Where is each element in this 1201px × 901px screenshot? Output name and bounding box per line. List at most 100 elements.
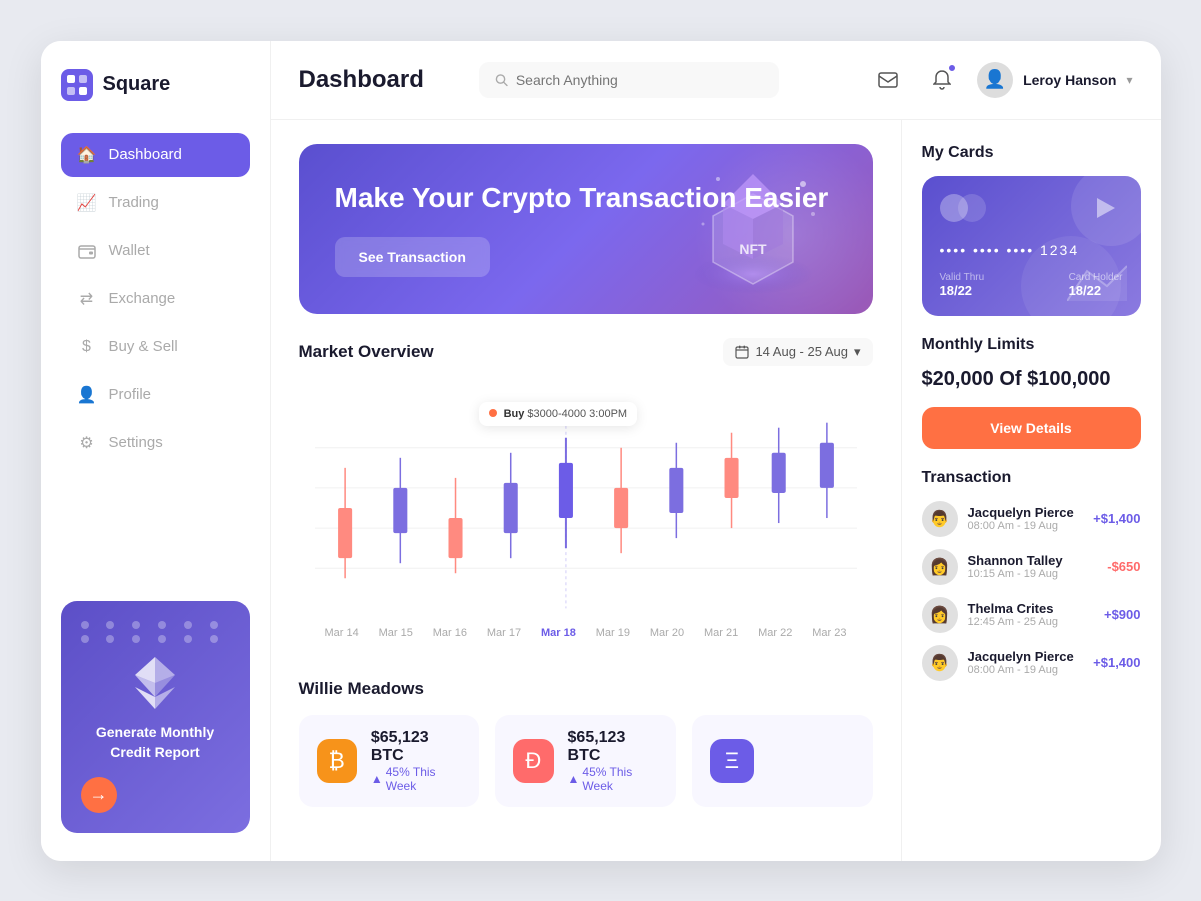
btc-icon: ₿ xyxy=(317,739,357,783)
btc-info: $65,123 BTC ▲ 45% This Week xyxy=(371,729,461,793)
transaction-list: 👨 Jacquelyn Pierce 08:00 Am - 19 Aug +$1… xyxy=(922,501,1141,681)
app-container: Square 🏠 Dashboard 📈 Trading Wall xyxy=(41,41,1161,861)
trans-time-1: 10:15 Am - 19 Aug xyxy=(968,568,1098,580)
notification-button[interactable] xyxy=(923,61,961,99)
transaction-title: Transaction xyxy=(922,469,1141,487)
search-input[interactable] xyxy=(516,72,763,88)
dash-change-arrow: ▲ xyxy=(568,772,580,786)
chart-label-mar22: Mar 22 xyxy=(758,627,792,639)
trans-avatar-0: 👨 xyxy=(922,501,958,537)
sidebar-item-label-profile: Profile xyxy=(109,386,152,403)
sidebar-item-wallet[interactable]: Wallet xyxy=(61,229,250,273)
sidebar-nav: 🏠 Dashboard 📈 Trading Wallet ⇄ xyxy=(61,133,250,586)
trans-time-2: 12:45 Am - 25 Aug xyxy=(968,616,1094,628)
search-bar[interactable] xyxy=(479,62,779,98)
promo-arrow-button[interactable]: → xyxy=(81,777,117,813)
card-holder-label: Card Holder xyxy=(1069,272,1123,283)
tooltip-value: $3000-4000 3:00PM xyxy=(527,408,627,420)
chart-label-mar19: Mar 19 xyxy=(596,627,630,639)
card-mountain-icon xyxy=(1067,261,1127,306)
sidebar-item-settings[interactable]: ⚙ Settings xyxy=(61,421,250,465)
page-title: Dashboard xyxy=(299,66,424,94)
crypto-card-dash[interactable]: Ð $65,123 BTC ▲ 45% This Week xyxy=(495,715,676,807)
center-panel: Make Your Crypto Transaction Easier See … xyxy=(271,120,901,861)
sidebar-item-profile[interactable]: 👤 Profile xyxy=(61,373,250,417)
card-valid-thru-value: 18/22 xyxy=(940,283,985,298)
chart-label-mar17: Mar 17 xyxy=(487,627,521,639)
transaction-item-2[interactable]: 👩 Thelma Crites 12:45 Am - 25 Aug +$900 xyxy=(922,597,1141,633)
card-circle-2 xyxy=(958,194,986,222)
header: Dashboard xyxy=(271,41,1161,120)
trans-info-3: Jacquelyn Pierce 08:00 Am - 19 Aug xyxy=(968,649,1084,676)
sidebar-item-dashboard[interactable]: 🏠 Dashboard xyxy=(61,133,250,177)
trans-amount-2: +$900 xyxy=(1104,607,1141,622)
trans-amount-0: +$1,400 xyxy=(1093,511,1140,526)
chart-tooltip: Buy $3000-4000 3:00PM xyxy=(479,402,638,426)
date-chevron-icon: ▾ xyxy=(854,344,861,360)
trans-avatar-1: 👩 xyxy=(922,549,958,585)
trans-time-0: 08:00 Am - 19 Aug xyxy=(968,520,1084,532)
monthly-limits-amount: $20,000 Of $100,000 xyxy=(922,368,1141,391)
market-overview-header: Market Overview 14 Aug - 25 Aug ▾ xyxy=(299,338,873,366)
notification-badge xyxy=(947,63,957,73)
sidebar-item-buy-sell[interactable]: $ Buy & Sell xyxy=(61,325,250,369)
buy-sell-icon: $ xyxy=(77,337,97,357)
see-transaction-button[interactable]: See Transaction xyxy=(335,237,490,277)
wallet-icon xyxy=(77,241,97,261)
dash-change: ▲ 45% This Week xyxy=(568,765,658,793)
calendar-icon xyxy=(735,345,749,359)
right-panel: My Cards xyxy=(901,120,1161,861)
trading-icon: 📈 xyxy=(77,193,97,213)
mail-button[interactable] xyxy=(869,61,907,99)
sidebar-item-label-exchange: Exchange xyxy=(109,290,176,307)
chart-label-mar15: Mar 15 xyxy=(379,627,413,639)
logo-icon xyxy=(61,69,93,101)
trans-amount-1: -$650 xyxy=(1107,559,1140,574)
market-overview-title: Market Overview xyxy=(299,342,434,362)
trans-time-3: 08:00 Am - 19 Aug xyxy=(968,664,1084,676)
trans-avatar-2: 👩 xyxy=(922,597,958,633)
hero-banner: Make Your Crypto Transaction Easier See … xyxy=(299,144,873,314)
transaction-item-3[interactable]: 👨 Jacquelyn Pierce 08:00 Am - 19 Aug +$1… xyxy=(922,645,1141,681)
user-name: Leroy Hanson xyxy=(1023,72,1116,88)
main-content: Dashboard xyxy=(271,41,1161,861)
chart-label-mar23: Mar 23 xyxy=(812,627,846,639)
dash-info: $65,123 BTC ▲ 45% This Week xyxy=(568,729,658,793)
date-filter[interactable]: 14 Aug - 25 Aug ▾ xyxy=(723,338,872,366)
trans-name-3: Jacquelyn Pierce xyxy=(968,649,1084,664)
sidebar-item-exchange[interactable]: ⇄ Exchange xyxy=(61,277,250,321)
user-info[interactable]: 👤 Leroy Hanson ▾ xyxy=(977,62,1132,98)
dash-icon: Ð xyxy=(513,739,553,783)
eth-icon: Ξ xyxy=(710,739,754,783)
monthly-limits: Monthly Limits $20,000 Of $100,000 xyxy=(922,336,1141,391)
date-range-label: 14 Aug - 25 Aug xyxy=(755,344,848,359)
logo-area: Square xyxy=(61,69,250,101)
candlestick-chart xyxy=(315,398,857,618)
header-actions: 👤 Leroy Hanson ▾ xyxy=(869,61,1132,99)
view-details-button[interactable]: View Details xyxy=(922,407,1141,449)
btc-change-arrow: ▲ xyxy=(371,772,383,786)
card-visual: •••• •••• •••• 1234 Valid Thru 18/22 Car… xyxy=(922,176,1141,316)
sidebar: Square 🏠 Dashboard 📈 Trading Wall xyxy=(41,41,271,861)
crypto-card-btc[interactable]: ₿ $65,123 BTC ▲ 45% This Week xyxy=(299,715,480,807)
willie-meadows-header: Willie Meadows xyxy=(299,679,873,699)
trans-avatar-3: 👨 xyxy=(922,645,958,681)
sidebar-item-label-dashboard: Dashboard xyxy=(109,146,182,163)
sidebar-item-trading[interactable]: 📈 Trading xyxy=(61,181,250,225)
eth-logo-icon xyxy=(131,655,179,711)
body-layout: Make Your Crypto Transaction Easier See … xyxy=(271,120,1161,861)
monthly-limits-title: Monthly Limits xyxy=(922,336,1141,354)
chart-label-mar21: Mar 21 xyxy=(704,627,738,639)
exchange-icon: ⇄ xyxy=(77,289,97,309)
tooltip-label: Buy xyxy=(504,408,525,420)
transaction-item-1[interactable]: 👩 Shannon Talley 10:15 Am - 19 Aug -$650 xyxy=(922,549,1141,585)
trans-name-0: Jacquelyn Pierce xyxy=(968,505,1084,520)
chart-label-mar20: Mar 20 xyxy=(650,627,684,639)
transaction-item-0[interactable]: 👨 Jacquelyn Pierce 08:00 Am - 19 Aug +$1… xyxy=(922,501,1141,537)
promo-dots-decoration xyxy=(81,621,230,643)
card-play-icon xyxy=(1089,192,1121,229)
crypto-card-eth[interactable]: Ξ xyxy=(692,715,873,807)
credit-report-promo: Generate Monthly Credit Report → xyxy=(61,601,250,832)
trans-name-1: Shannon Talley xyxy=(968,553,1098,568)
willie-meadows-title: Willie Meadows xyxy=(299,679,424,699)
